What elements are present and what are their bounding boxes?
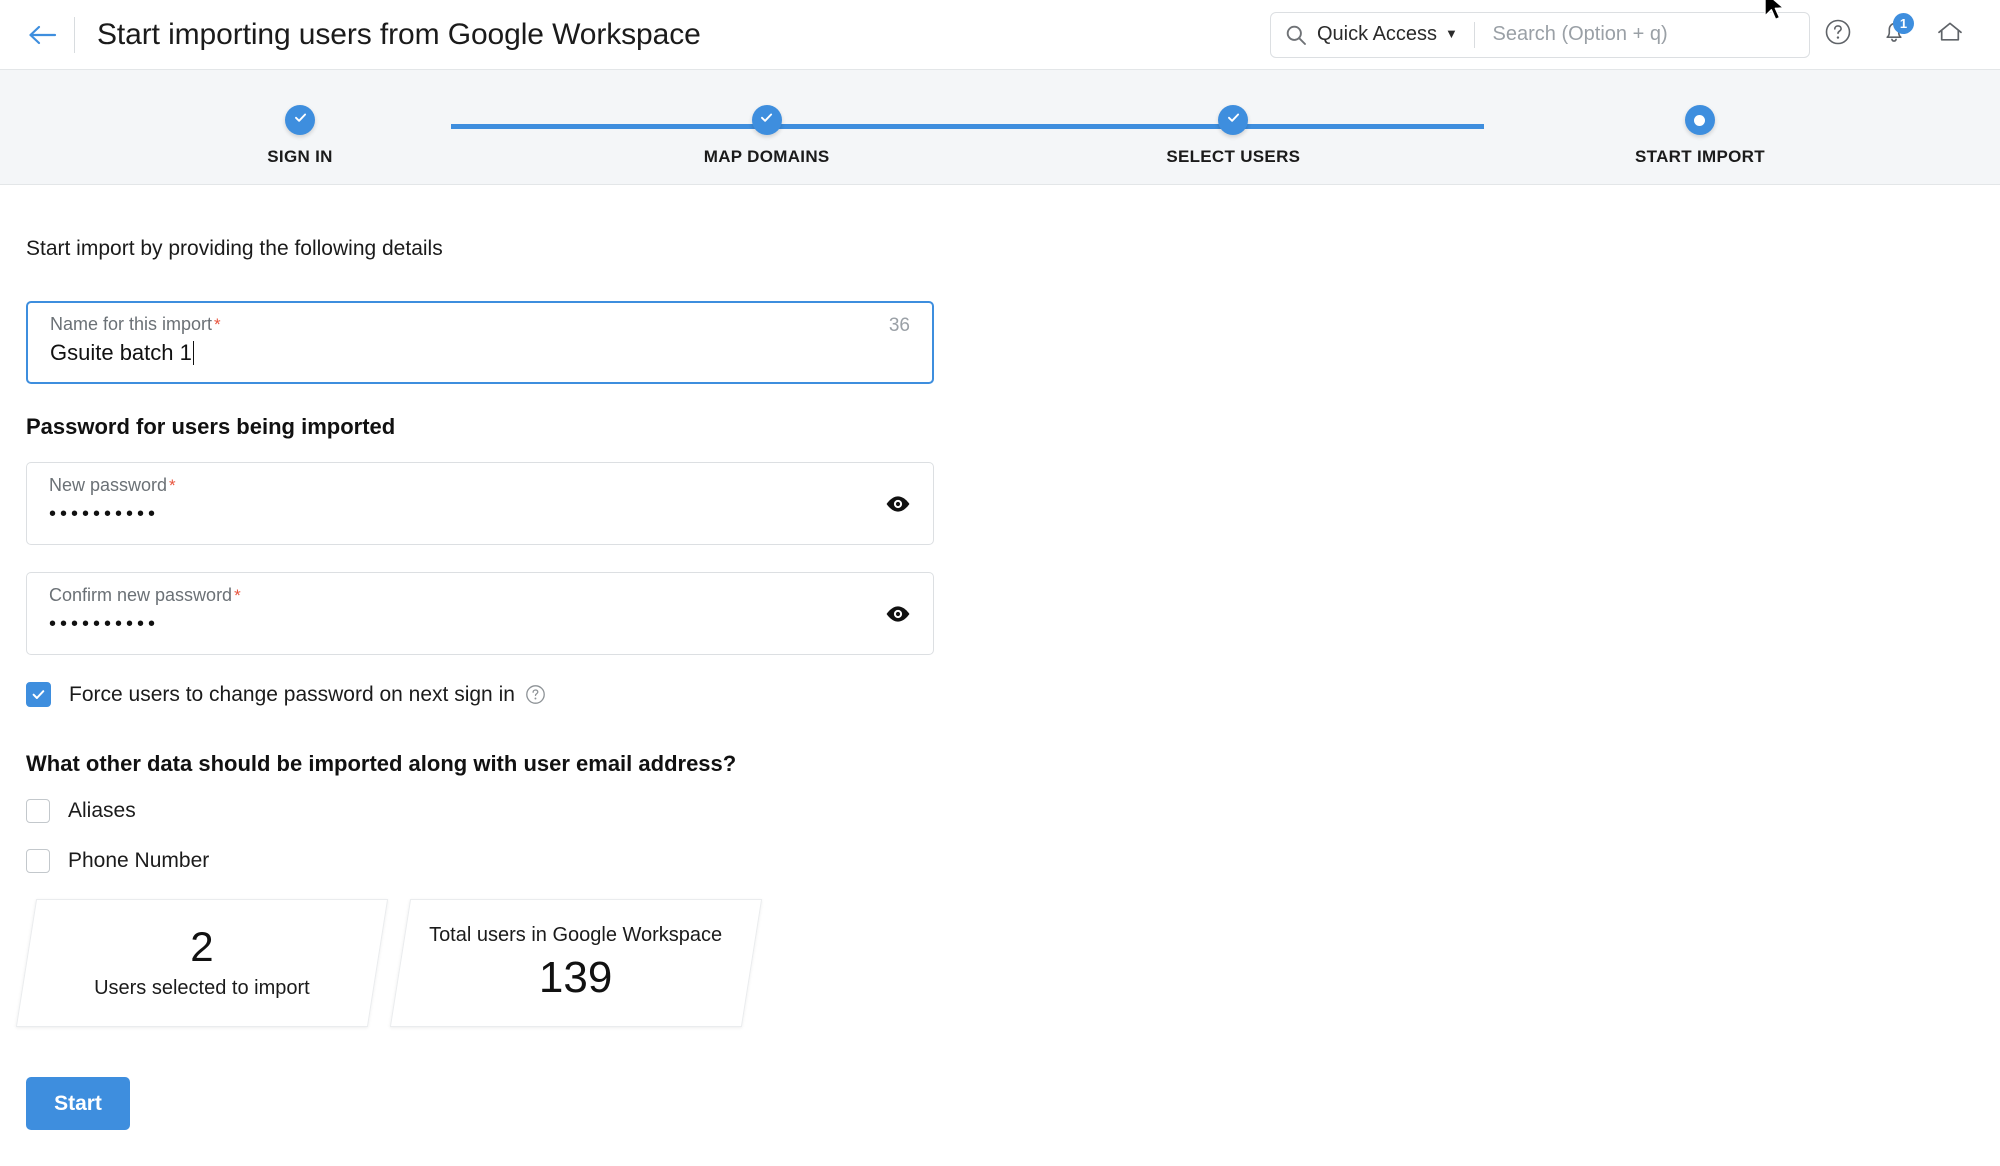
import-name-text: Gsuite batch 1 <box>50 340 192 365</box>
page-title: Start importing users from Google Worksp… <box>97 17 701 51</box>
check-icon <box>758 109 775 131</box>
stepper-label: SIGN IN <box>267 147 333 166</box>
help-button[interactable] <box>1810 7 1866 63</box>
users-selected-caption: Users selected to import <box>94 977 310 1000</box>
total-users-caption: Total users in Google Workspace <box>429 924 723 947</box>
top-header-bar: Start importing users from Google Worksp… <box>0 0 2000 70</box>
stat-card-inner: 2 Users selected to import <box>94 923 310 1000</box>
stepper-node-complete <box>751 105 782 135</box>
stepper-step-map-domains[interactable]: MAP DOMAINS <box>667 105 867 167</box>
notification-badge: 1 <box>1893 12 1914 34</box>
stat-card-users-selected: 2 Users selected to import <box>15 899 389 1027</box>
users-selected-count: 2 <box>190 923 214 971</box>
option-row-phone-number[interactable]: Phone Number <box>26 849 2000 873</box>
back-button[interactable] <box>18 11 66 59</box>
total-users-count: 139 <box>539 953 613 1003</box>
eye-icon[interactable] <box>885 495 911 513</box>
import-form: Start import by providing the following … <box>0 185 2000 1130</box>
home-icon <box>1935 18 1965 51</box>
header-actions: Quick Access ▼ 1 <box>1270 7 1978 63</box>
required-asterisk: * <box>214 315 221 334</box>
confirm-password-value: •••••••••• <box>49 613 160 635</box>
stepper-step-start-import[interactable]: START IMPORT <box>1600 105 1800 167</box>
aliases-label: Aliases <box>68 799 136 822</box>
import-name-field[interactable]: Name for this import * Gsuite batch 1 36 <box>26 301 934 384</box>
notifications-button[interactable]: 1 <box>1866 7 1922 63</box>
title-divider <box>74 16 75 53</box>
start-button[interactable]: Start <box>26 1077 130 1130</box>
stat-card-total-users: Total users in Google Workspace 139 <box>389 899 763 1027</box>
phone-number-checkbox[interactable] <box>26 849 50 873</box>
option-row-aliases[interactable]: Aliases <box>26 799 2000 823</box>
quick-access-label: Quick Access <box>1317 23 1438 45</box>
chevron-down-icon: ▼ <box>1445 26 1458 41</box>
check-icon <box>292 109 309 131</box>
required-asterisk: * <box>169 476 176 495</box>
confirm-password-field[interactable]: Confirm new password * •••••••••• <box>26 572 934 655</box>
new-password-label: New password * <box>49 475 176 495</box>
password-section-heading: Password for users being imported <box>26 414 396 439</box>
stepper-node-current <box>1684 105 1715 135</box>
confirm-password-label: Confirm new password * <box>49 585 241 605</box>
stat-card-inner: Total users in Google Workspace 139 <box>429 924 723 1003</box>
wizard-progress-bar: SIGN IN MAP DOMAINS SELECT USERS START I… <box>0 70 2000 185</box>
stepper-steps: SIGN IN MAP DOMAINS SELECT USERS START I… <box>200 105 1800 167</box>
global-search-bar[interactable]: Quick Access ▼ <box>1270 11 1810 58</box>
required-asterisk: * <box>234 586 241 605</box>
stepper-label: MAP DOMAINS <box>703 147 830 166</box>
import-name-label: Name for this import * <box>50 314 221 334</box>
check-icon <box>1225 109 1242 131</box>
force-change-password-checkbox[interactable] <box>26 682 51 707</box>
question-circle-icon[interactable] <box>525 684 546 705</box>
search-divider <box>1473 21 1475 48</box>
stepper-label: START IMPORT <box>1635 147 1765 166</box>
phone-number-label: Phone Number <box>68 849 210 872</box>
current-step-dot-icon <box>1694 114 1706 126</box>
quick-access-dropdown[interactable]: Quick Access ▼ <box>1317 23 1458 46</box>
stepper: SIGN IN MAP DOMAINS SELECT USERS START I… <box>200 70 1800 167</box>
aliases-checkbox[interactable] <box>26 799 50 823</box>
question-circle-icon <box>1824 18 1852 51</box>
import-name-value: Gsuite batch 1 <box>50 340 916 366</box>
form-intro-text: Start import by providing the following … <box>26 237 443 260</box>
eye-icon[interactable] <box>885 605 911 623</box>
new-password-value: •••••••••• <box>49 503 160 525</box>
force-change-password-label: Force users to change password on next s… <box>69 682 515 706</box>
stepper-step-select-users[interactable]: SELECT USERS <box>1133 105 1333 167</box>
import-summary-cards: 2 Users selected to import Total users i… <box>15 899 2000 1027</box>
stepper-node-complete <box>1218 105 1249 135</box>
stepper-node-complete <box>285 105 315 135</box>
text-cursor <box>192 341 195 365</box>
char-counter: 36 <box>888 315 910 336</box>
home-button[interactable] <box>1922 7 1978 63</box>
other-data-heading: What other data should be imported along… <box>26 751 737 776</box>
stepper-step-sign-in[interactable]: SIGN IN <box>200 105 400 167</box>
stepper-label: SELECT USERS <box>1166 147 1301 166</box>
arrow-left-icon <box>27 23 57 47</box>
search-input[interactable] <box>1490 22 1795 47</box>
search-icon <box>1285 24 1307 46</box>
new-password-field[interactable]: New password * •••••••••• <box>26 462 934 545</box>
force-change-password-row[interactable]: Force users to change password on next s… <box>26 682 2000 707</box>
